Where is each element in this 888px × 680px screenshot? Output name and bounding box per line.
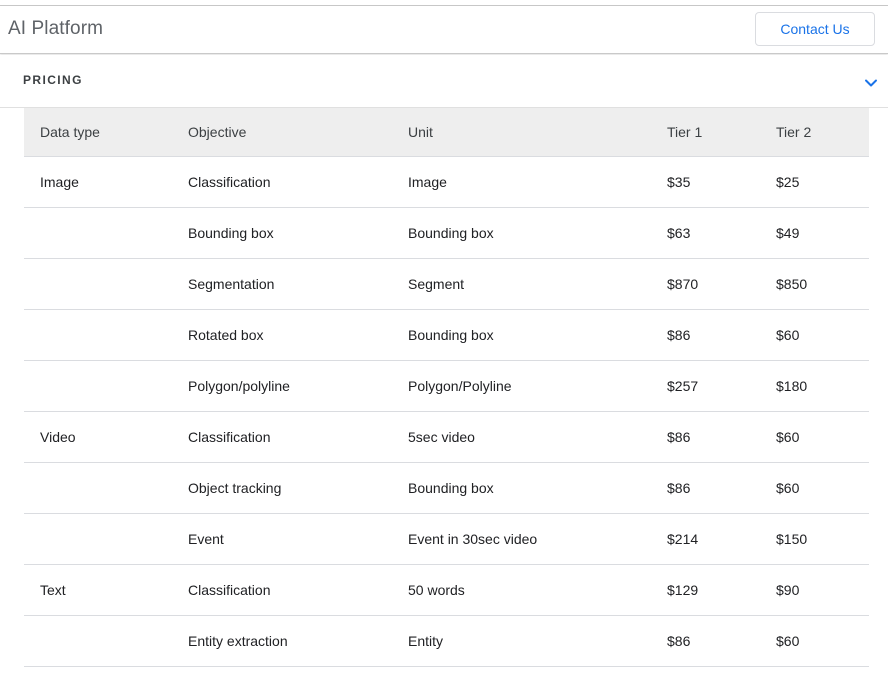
cell-unit: Bounding box — [392, 207, 651, 259]
column-header-objective: Objective — [172, 108, 392, 157]
cell-unit: Polygon/Polyline — [392, 360, 651, 412]
cell-objective: Object tracking — [172, 462, 392, 514]
cell-tier-1: $86 — [651, 411, 760, 463]
cell-unit: Bounding box — [392, 309, 651, 361]
cell-tier-1: $63 — [651, 207, 760, 259]
table-row: Segmentation Segment $870 $850 — [24, 258, 869, 310]
table-row: Object tracking Bounding box $86 $60 — [24, 462, 869, 514]
pricing-table-container: Data type Objective Unit Tier 1 Tier 2 I… — [24, 108, 869, 667]
table-row: Entity extraction Entity $86 $60 — [24, 615, 869, 667]
cell-tier-2: $60 — [760, 411, 869, 463]
cell-data-type — [24, 615, 172, 667]
cell-tier-1: $86 — [651, 462, 760, 514]
column-header-unit: Unit — [392, 108, 651, 157]
cell-tier-2: $180 — [760, 360, 869, 412]
table-row: Rotated box Bounding box $86 $60 — [24, 309, 869, 361]
cell-objective: Entity extraction — [172, 615, 392, 667]
cell-unit: 50 words — [392, 564, 651, 616]
table-row: Video Classification 5sec video $86 $60 — [24, 411, 869, 463]
cell-data-type — [24, 360, 172, 412]
cell-data-type — [24, 258, 172, 310]
cell-data-type — [24, 207, 172, 259]
cell-objective: Bounding box — [172, 207, 392, 259]
column-header-tier-2: Tier 2 — [760, 108, 869, 157]
table-row: Polygon/polyline Polygon/Polyline $257 $… — [24, 360, 869, 412]
contact-us-button[interactable]: Contact Us — [755, 12, 875, 46]
cell-tier-1: $86 — [651, 615, 760, 667]
cell-objective: Classification — [172, 156, 392, 208]
table-header-row: Data type Objective Unit Tier 1 Tier 2 — [24, 108, 869, 157]
cell-tier-2: $49 — [760, 207, 869, 259]
cell-tier-1: $86 — [651, 309, 760, 361]
cell-tier-2: $60 — [760, 615, 869, 667]
cell-tier-1: $214 — [651, 513, 760, 565]
cell-tier-2: $150 — [760, 513, 869, 565]
table-row: Bounding box Bounding box $63 $49 — [24, 207, 869, 259]
cell-tier-1: $870 — [651, 258, 760, 310]
table-row: Image Classification Image $35 $25 — [24, 156, 869, 208]
cell-tier-2: $90 — [760, 564, 869, 616]
table-row: Text Classification 50 words $129 $90 — [24, 564, 869, 616]
cell-tier-1: $129 — [651, 564, 760, 616]
column-header-tier-1: Tier 1 — [651, 108, 760, 157]
cell-objective: Classification — [172, 411, 392, 463]
cell-tier-1: $35 — [651, 156, 760, 208]
cell-data-type: Image — [24, 156, 172, 208]
cell-objective: Event — [172, 513, 392, 565]
app-header: AI Platform Contact Us — [0, 6, 888, 54]
app-title: AI Platform — [8, 18, 104, 39]
cell-tier-2: $60 — [760, 462, 869, 514]
cell-data-type: Video — [24, 411, 172, 463]
table-row: Event Event in 30sec video $214 $150 — [24, 513, 869, 565]
column-header-data-type: Data type — [24, 108, 172, 157]
cell-tier-2: $850 — [760, 258, 869, 310]
cell-unit: 5sec video — [392, 411, 651, 463]
cell-objective: Rotated box — [172, 309, 392, 361]
cell-objective: Polygon/polyline — [172, 360, 392, 412]
pricing-table: Data type Objective Unit Tier 1 Tier 2 I… — [24, 108, 869, 667]
cell-tier-2: $25 — [760, 156, 869, 208]
cell-tier-1: $257 — [651, 360, 760, 412]
section-title: PRICING — [23, 73, 83, 87]
cell-objective: Classification — [172, 564, 392, 616]
cell-unit: Bounding box — [392, 462, 651, 514]
cell-data-type — [24, 309, 172, 361]
pricing-section-header[interactable]: PRICING — [0, 55, 888, 108]
cell-unit: Entity — [392, 615, 651, 667]
cell-data-type — [24, 513, 172, 565]
cell-objective: Segmentation — [172, 258, 392, 310]
cell-data-type: Text — [24, 564, 172, 616]
cell-data-type — [24, 462, 172, 514]
cell-unit: Segment — [392, 258, 651, 310]
cell-unit: Image — [392, 156, 651, 208]
cell-unit: Event in 30sec video — [392, 513, 651, 565]
chevron-down-icon[interactable] — [863, 75, 879, 91]
cell-tier-2: $60 — [760, 309, 869, 361]
